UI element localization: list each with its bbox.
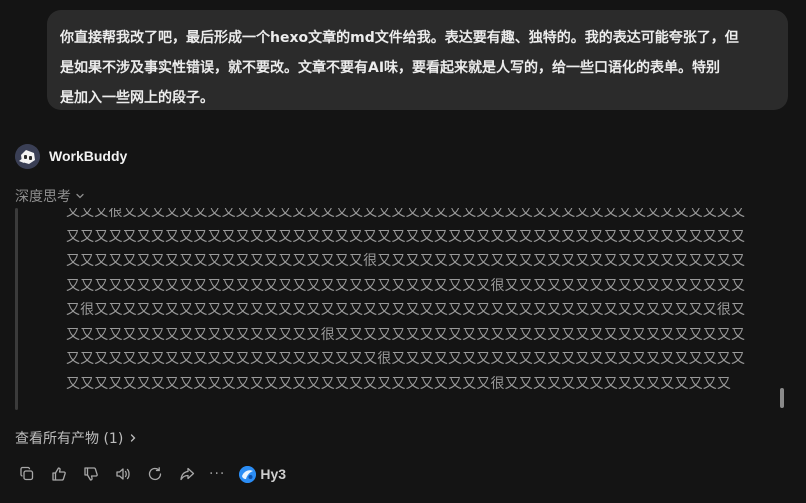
- thinking-line: 又又又又又又又又又又又又又又又又又又很又又又又又又又又又又又又又又又又又又又又又…: [66, 326, 746, 343]
- speaker-icon[interactable]: [113, 464, 133, 484]
- user-message-line: 是如果不涉及事实性错误，就不要改。文章不要有AI味，要看起来就是人写的，给一些口…: [60, 60, 721, 76]
- assistant-header: WorkBuddy: [15, 143, 127, 169]
- view-all-artifacts-link[interactable]: 查看所有产物 (1): [15, 428, 138, 448]
- hunyuan-logo-icon: [239, 465, 257, 483]
- user-message-line: 你直接帮我改了吧，最后形成一个hexo文章的md文件给我。表达要有趣、独特的。我…: [60, 30, 739, 46]
- user-message-bubble: 你直接帮我改了吧，最后形成一个hexo文章的md文件给我。表达要有趣、独特的。我…: [47, 10, 788, 110]
- thinking-content-panel[interactable]: 又又又很又又又又又又又又又又又又又又又又又又又又又又又又又又又又又又又又又又又又…: [15, 208, 791, 410]
- thinking-line: 又又又又又又又又又又又又又又又又又又又又又又很又又又又又又又又又又又又又又又又又…: [66, 351, 746, 367]
- thinking-line: 又又又又又又又又又又又又又又又又又又又又又又又又又又又又又又很又又又又又又又又又…: [66, 277, 746, 294]
- thinking-quote-bar: [15, 208, 18, 410]
- model-name: Hy3: [260, 466, 287, 482]
- chat-view: 你直接帮我改了吧，最后形成一个hexo文章的md文件给我。表达要有趣、独特的。我…: [0, 0, 806, 503]
- thinking-line: 又又又又又又又又又又又又又又又又又又又又又又又又又又又又又又又又又又又又又又又又…: [66, 228, 746, 245]
- thinking-line: 又又又又又又又又又又又又又又又又又又又又又很又又又又又又又又又又又又又又又又又又…: [66, 253, 746, 269]
- refresh-icon[interactable]: [145, 464, 165, 484]
- deep-thinking-toggle[interactable]: 深度思考: [15, 186, 85, 206]
- thinking-text: 又又又很又又又又又又又又又又又又又又又又又又又又又又又又又又又又又又又又又又又又…: [66, 208, 772, 396]
- thinking-line: 又又又很又又又又又又又又又又又又又又又又又又又又又又又又又又又又又又又又又又又又…: [66, 208, 746, 220]
- workbuddy-robot-icon: [15, 143, 40, 169]
- copy-icon[interactable]: [17, 464, 37, 484]
- user-message-line: 是加入一些网上的段子。: [60, 90, 214, 106]
- assistant-name: WorkBuddy: [49, 148, 128, 164]
- thumbs-up-icon[interactable]: [49, 464, 69, 484]
- thumbs-down-icon[interactable]: [81, 464, 101, 484]
- message-action-toolbar: ··· Hy3: [17, 462, 286, 486]
- thinking-scrollbar[interactable]: [780, 388, 784, 408]
- share-icon[interactable]: [177, 464, 197, 484]
- thinking-line: 又又又又又又又又又又又又又又又又又又又又又又又又又又又又又又很又又又又又又又又又…: [66, 375, 732, 392]
- deep-thinking-label: 深度思考: [15, 189, 71, 205]
- thinking-line: 又很又又又又又又又又又又又又又又又又又又又又又又又又又又又又又又又又又又又又又又…: [66, 302, 746, 318]
- artifacts-label: 查看所有产物 (1): [15, 431, 124, 447]
- more-options-button[interactable]: ···: [209, 466, 225, 482]
- chevron-right-icon: [128, 433, 138, 443]
- chevron-down-icon: [75, 191, 85, 201]
- model-selector[interactable]: Hy3: [239, 465, 287, 483]
